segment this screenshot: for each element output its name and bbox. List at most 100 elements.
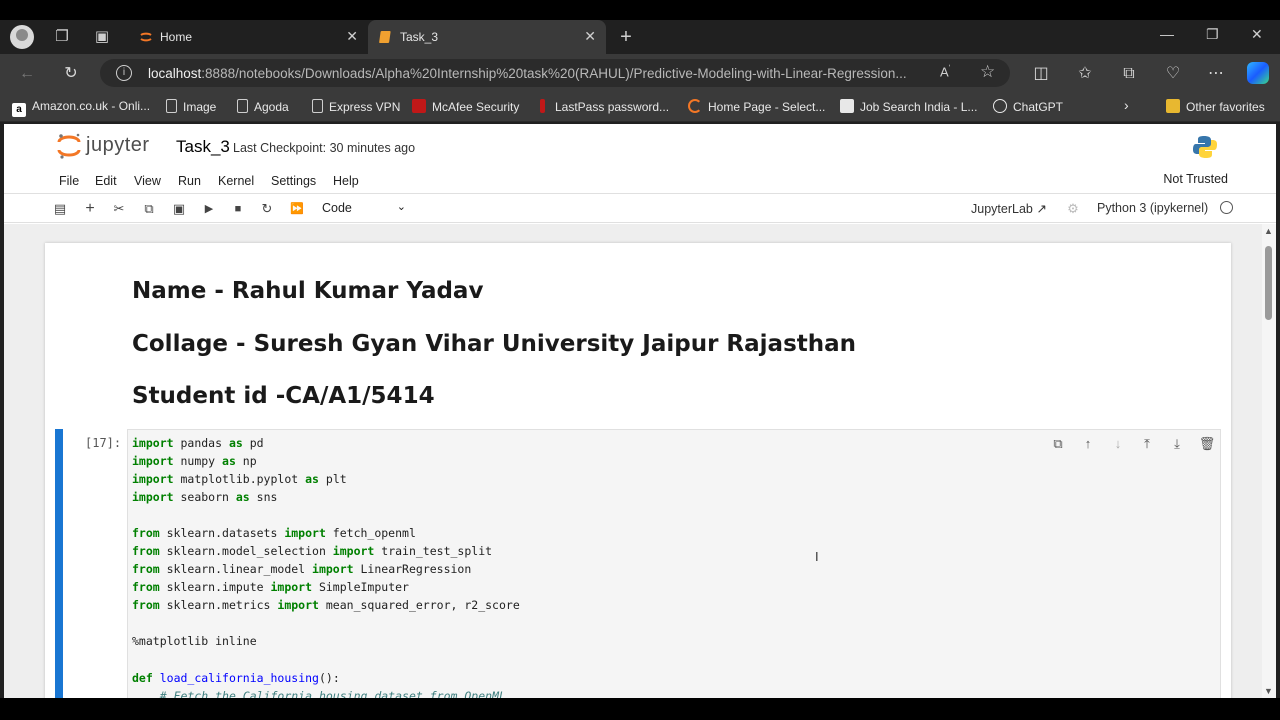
page-icon	[312, 99, 323, 113]
execution-count: [17]:	[85, 436, 122, 450]
restart-icon[interactable]: ↻	[258, 200, 276, 218]
trust-status[interactable]: Not Trusted	[1163, 172, 1228, 186]
address-bar[interactable]: i localhost:8888/notebooks/Downloads/Alp…	[100, 59, 1010, 87]
favorite-star-icon[interactable]: ☆	[980, 62, 995, 82]
stop-icon[interactable]: ■	[229, 200, 247, 218]
favorite-amazon[interactable]: a Amazon.co.uk - Onli...	[12, 99, 150, 117]
favorite-label: McAfee Security	[432, 100, 520, 114]
cut-icon[interactable]: ✂	[110, 200, 128, 218]
close-icon[interactable]: ✕	[584, 28, 596, 45]
notebook-toolbar: ▤ + ✂ ⧉ ▣ ▶ ■ ↻ ⏩ Code ⌄ JupyterLab ↗ ⚙ P…	[4, 195, 1276, 223]
insert-above-icon[interactable]: ⤒	[1138, 435, 1156, 453]
jupyter-page: jupyter Task_3 Last Checkpoint: 30 minut…	[4, 124, 1276, 698]
add-cell-icon[interactable]: +	[81, 200, 99, 218]
jupyter-wordmark[interactable]: jupyter	[86, 134, 150, 157]
tab-strip: ❐ ▣ Home ✕ Task_3 ✕ +	[0, 20, 1280, 54]
restore-icon[interactable]: ❐	[1206, 26, 1219, 43]
profile-avatar[interactable]	[10, 25, 34, 49]
menu-kernel[interactable]: Kernel	[218, 174, 254, 188]
paste-icon[interactable]: ▣	[170, 200, 188, 218]
chevron-right-icon[interactable]: ›	[1124, 97, 1129, 113]
code-line: # Fetch the California housing dataset f…	[159, 689, 506, 698]
page-icon	[237, 99, 248, 113]
jupyter-logo-icon[interactable]	[56, 132, 82, 160]
favorite-chatgpt[interactable]: ChatGPT	[993, 99, 1063, 114]
kernel-name[interactable]: Python 3 (ipykernel)	[1097, 201, 1233, 215]
menu-view[interactable]: View	[134, 174, 161, 188]
save-icon[interactable]: ▤	[51, 200, 69, 218]
other-favorites-label: Other favorites	[1186, 100, 1265, 114]
cell-type-select[interactable]: Code ⌄	[322, 201, 406, 215]
menu-bar: File Edit View Run Kernel Settings Help …	[4, 170, 1276, 194]
favorite-job-search[interactable]: Job Search India - L...	[840, 99, 977, 114]
checkpoint-status: Last Checkpoint: 30 minutes ago	[233, 141, 416, 155]
menu-settings[interactable]: Settings	[271, 174, 316, 188]
scroll-down-icon[interactable]: ▼	[1264, 686, 1273, 696]
code-line: from sklearn.model_selection import trai…	[132, 544, 493, 558]
favorite-image[interactable]: Image	[166, 99, 216, 114]
scrollbar-thumb[interactable]	[1265, 246, 1272, 320]
tab-actions-icon[interactable]: ▣	[90, 26, 114, 48]
favorite-express-vpn[interactable]: Express VPN	[312, 99, 400, 114]
delete-cell-icon[interactable]: 🗑	[1198, 435, 1216, 453]
favorite-label: Agoda	[254, 100, 289, 114]
copilot-icon[interactable]	[1247, 62, 1269, 84]
collections-icon[interactable]: ⧉	[1118, 63, 1140, 85]
notebook-title[interactable]: Task_3	[176, 137, 230, 157]
favorite-label: Home Page - Select...	[708, 100, 826, 114]
tab-home[interactable]: Home ✕	[128, 20, 368, 54]
fast-forward-icon[interactable]: ⏩	[288, 200, 306, 218]
notebook-area[interactable]: Name - Rahul Kumar Yadav Collage - Sures…	[4, 224, 1276, 698]
favorite-agoda[interactable]: Agoda	[237, 99, 289, 114]
more-options-icon[interactable]: ⋯	[1205, 63, 1227, 85]
browser-essentials-icon[interactable]: ♡	[1162, 63, 1184, 85]
notebook-favicon	[379, 31, 391, 43]
info-icon[interactable]: i	[116, 65, 132, 81]
tab-home-label: Home	[160, 30, 193, 44]
code-line: import numpy as np	[132, 454, 257, 468]
split-screen-icon[interactable]: ◫	[1030, 63, 1052, 85]
refresh-icon[interactable]: ↻	[60, 63, 82, 85]
chevron-down-icon: ⌄	[396, 201, 406, 213]
other-favorites[interactable]: Other favorites	[1166, 99, 1265, 114]
minimize-icon[interactable]: —	[1160, 26, 1174, 42]
favorites-icon[interactable]: ✩	[1074, 63, 1096, 85]
kernel-status-icon	[1219, 201, 1233, 214]
notebook-sheet: Name - Rahul Kumar Yadav Collage - Sures…	[45, 243, 1231, 698]
favorite-mcafee[interactable]: McAfee Security	[412, 99, 519, 114]
external-link-icon: ↗	[1036, 202, 1047, 216]
menu-edit[interactable]: Edit	[95, 174, 117, 188]
code-cell[interactable]: [17]: import pandas as pd import numpy a…	[55, 429, 1221, 698]
insert-below-icon[interactable]: ⤓	[1168, 435, 1186, 453]
active-cell-indicator	[55, 429, 63, 698]
run-icon[interactable]: ▶	[200, 200, 218, 218]
favorite-label: LastPass password...	[555, 100, 670, 114]
code-line: %matplotlib inline	[132, 634, 257, 648]
close-icon[interactable]: ✕	[346, 28, 358, 45]
url-host: localhost	[148, 66, 202, 81]
move-up-icon[interactable]: ↑	[1079, 435, 1097, 453]
menu-run[interactable]: Run	[178, 174, 201, 188]
favorite-lastpass[interactable]: LastPass password...	[536, 99, 669, 114]
favorite-label: Image	[183, 100, 217, 114]
settings-gear-icon[interactable]: ⚙	[1064, 200, 1082, 218]
favorite-home-page[interactable]: Home Page - Select...	[688, 99, 825, 114]
move-down-icon[interactable]: ↓	[1109, 435, 1127, 453]
menu-file[interactable]: File	[59, 174, 79, 188]
scroll-up-icon[interactable]: ▲	[1264, 226, 1273, 236]
vertical-scrollbar[interactable]: ▲ ▼	[1262, 224, 1276, 698]
url-path: :8888/notebooks/Downloads/Alpha%20Intern…	[201, 66, 907, 81]
menu-help[interactable]: Help	[333, 174, 359, 188]
read-aloud-icon[interactable]: Aʼ	[940, 64, 950, 79]
copy-icon[interactable]: ⧉	[140, 200, 158, 218]
back-icon[interactable]: ←	[16, 63, 38, 85]
jupyterlab-link[interactable]: JupyterLab ↗	[971, 201, 1047, 216]
duplicate-cell-icon[interactable]: ⧉	[1049, 435, 1067, 453]
workspaces-icon[interactable]: ❐	[50, 26, 74, 48]
navigation-bar: ← ↻ i localhost:8888/notebooks/Downloads…	[0, 54, 1280, 92]
code-line: import pandas as pd	[132, 436, 264, 450]
close-window-icon[interactable]: ✕	[1251, 26, 1263, 43]
new-tab-icon[interactable]: +	[614, 26, 638, 48]
tab-task-3[interactable]: Task_3 ✕	[368, 20, 606, 54]
mcafee-icon	[412, 99, 426, 113]
